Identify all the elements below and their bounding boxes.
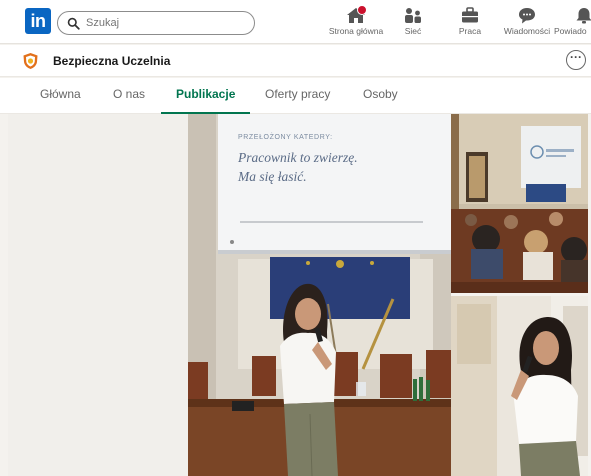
audience-photo[interactable] <box>451 114 588 293</box>
slide-kicker: PRZEŁOŻONY KATEDRY: <box>238 134 333 141</box>
nav-item-label: Praca <box>458 26 482 36</box>
main-post-photo[interactable]: PRZEŁOŻONY KATEDRY: Pracownik to zwierzę… <box>188 114 451 476</box>
nav-item-home[interactable]: Strona główna <box>328 4 384 40</box>
company-name[interactable]: Bezpieczna Uczelnia <box>53 54 170 68</box>
nav-item-label: Powiado <box>554 26 587 36</box>
post-image-gallery: PRZEŁOŻONY KATEDRY: Pracownik to zwierzę… <box>8 114 588 476</box>
tab-about[interactable]: O nas <box>113 78 145 114</box>
nav-item-messaging[interactable]: Wiadomości <box>502 4 552 40</box>
tab-posts[interactable]: Publikacje <box>161 78 251 114</box>
notification-badge <box>357 5 367 15</box>
company-logo-icon[interactable] <box>22 52 39 70</box>
linkedin-logo-icon[interactable]: in <box>25 8 51 34</box>
nav-item-label: Strona główna <box>328 26 384 36</box>
slide-quote-line-2: Ma się łasić. <box>238 169 307 184</box>
nav-item-network[interactable]: Sieć <box>393 4 433 40</box>
company-header-bar: Bezpieczna Uczelnia ··· <box>0 45 591 77</box>
more-options-button[interactable]: ··· <box>566 50 586 70</box>
tab-home[interactable]: Główna <box>40 78 81 114</box>
tab-jobs[interactable]: Oferty pracy <box>265 78 330 114</box>
search-input[interactable] <box>86 15 246 31</box>
home-icon <box>346 5 367 24</box>
search-box[interactable] <box>57 11 255 35</box>
top-navigation-bar: in Strona główna Sieć <box>0 0 591 44</box>
messaging-icon <box>517 7 537 24</box>
nav-item-label: Wiadomości <box>503 26 551 36</box>
audience-photo-image <box>451 114 588 293</box>
nav-item-notifications[interactable]: Powiado <box>554 4 591 40</box>
network-icon <box>403 7 423 24</box>
speaker-closeup-image <box>451 296 588 476</box>
company-tabs: Główna O nas Publikacje Oferty pracy Oso… <box>0 78 591 114</box>
search-icon <box>67 17 80 30</box>
slide-quote-line-1: Pracownik to zwierzę. <box>238 150 358 165</box>
bell-icon <box>574 7 591 24</box>
blank-panel <box>8 114 188 476</box>
speaker-closeup-photo[interactable] <box>451 296 588 476</box>
tab-people[interactable]: Osoby <box>363 78 398 114</box>
briefcase-icon <box>460 7 480 24</box>
nav-item-jobs[interactable]: Praca <box>450 4 490 40</box>
nav-item-label: Sieć <box>404 26 422 36</box>
